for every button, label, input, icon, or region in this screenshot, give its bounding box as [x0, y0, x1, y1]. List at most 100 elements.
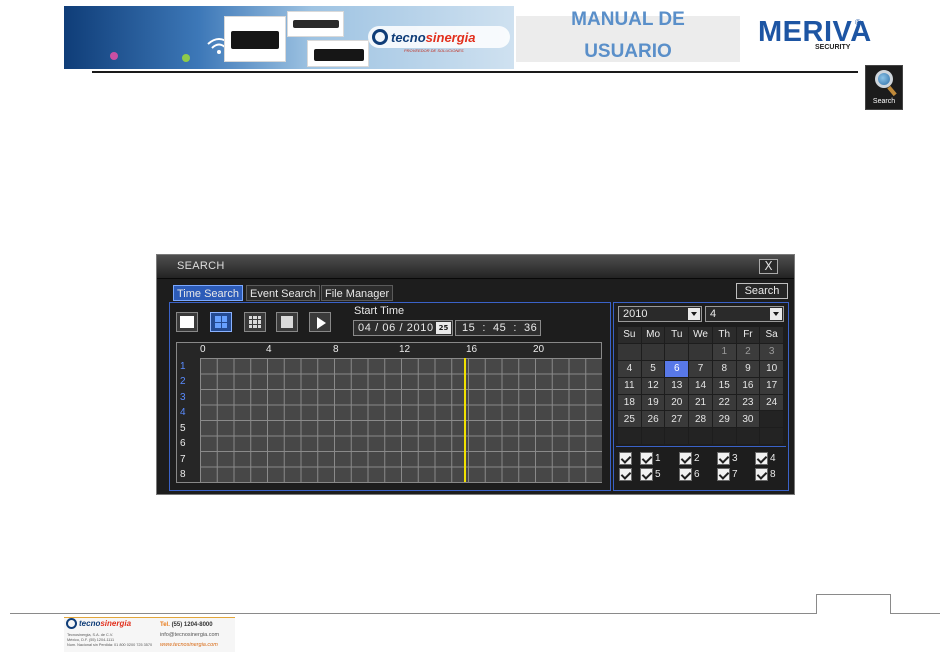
calendar-day[interactable]: 12: [641, 377, 665, 394]
brand-registered-mark: ®: [855, 18, 861, 27]
footer-website[interactable]: www.tecnosinergia.com: [160, 642, 218, 648]
calendar-day[interactable]: 22: [712, 394, 736, 411]
search-icon-label: Search: [872, 98, 896, 105]
calendar-day[interactable]: 7: [689, 360, 712, 377]
calendar-day[interactable]: 4: [618, 360, 641, 377]
footer-email[interactable]: info@tecnosinergia.com: [160, 632, 219, 638]
time-cursor: [463, 358, 466, 482]
single-view-button[interactable]: [176, 312, 198, 332]
channel-label: 5: [180, 423, 186, 434]
sixteen-grid-icon: [281, 316, 293, 328]
dialog-titlebar: SEARCH X: [157, 255, 794, 279]
calendar-day[interactable]: 1: [712, 343, 736, 360]
weekday-header: Mo: [641, 327, 665, 343]
play-button[interactable]: [309, 312, 331, 332]
magnifier-handle: [887, 85, 897, 97]
chevron-down-icon[interactable]: [770, 308, 782, 320]
calendar-day[interactable]: 14: [689, 377, 712, 394]
calendar-day[interactable]: 23: [736, 394, 760, 411]
channel-checkbox[interactable]: [640, 468, 653, 481]
dvr-photo-card: [307, 40, 369, 67]
calendar-day[interactable]: 8: [712, 360, 736, 377]
calendar-day[interactable]: 29: [712, 411, 736, 428]
calendar-day[interactable]: 16: [736, 377, 760, 394]
close-button[interactable]: X: [759, 259, 778, 274]
calendar-day[interactable]: 15: [712, 377, 736, 394]
channel-checkbox[interactable]: [755, 452, 768, 465]
footer-phone: Tel. (55) 1204-8000: [160, 622, 213, 628]
channel-checkbox-label: 3: [732, 453, 738, 464]
tab-event-search[interactable]: Event Search: [246, 285, 321, 301]
search-button[interactable]: Search: [736, 283, 788, 299]
calendar-day: [760, 411, 783, 428]
single-screen-icon: [180, 316, 194, 328]
month-value: 4: [710, 308, 717, 320]
calendar-day[interactable]: 9: [736, 360, 760, 377]
calendar-day[interactable]: 17: [760, 377, 783, 394]
channel-label: 7: [180, 454, 186, 465]
month-select[interactable]: 4: [705, 306, 784, 322]
calendar-day[interactable]: 20: [665, 394, 689, 411]
checkbox-all-row1[interactable]: [619, 452, 632, 465]
tab-time-search[interactable]: Time Search: [173, 285, 243, 301]
year-select[interactable]: 2010: [618, 306, 702, 322]
channel-checkbox-label: 2: [694, 453, 700, 464]
calendar-day[interactable]: 2: [736, 343, 760, 360]
sixteen-view-button[interactable]: [276, 312, 298, 332]
calendar-icon[interactable]: 25: [436, 322, 451, 334]
channel-checkbox[interactable]: [679, 452, 692, 465]
checkbox-all-row2[interactable]: [619, 468, 632, 481]
calendar-day[interactable]: 27: [665, 411, 689, 428]
chevron-down-icon[interactable]: [688, 308, 700, 320]
calendar-day: [712, 428, 736, 445]
search-icon: Search: [865, 65, 903, 110]
dialog-title: SEARCH: [177, 260, 225, 272]
start-time-label: Start Time: [354, 305, 405, 317]
channel-checkbox[interactable]: [679, 468, 692, 481]
channel-label: 1: [180, 361, 186, 372]
calendar-day[interactable]: 19: [641, 394, 665, 411]
channel-label: 6: [180, 438, 186, 449]
calendar-divider: [616, 446, 786, 447]
calendar-day[interactable]: 3: [760, 343, 783, 360]
hour-label: 16: [466, 344, 478, 355]
calendar-day[interactable]: 11: [618, 377, 641, 394]
channel-label: 2: [180, 376, 186, 387]
weekday-header: Fr: [736, 327, 760, 343]
calendar-day-selected[interactable]: 6: [665, 360, 689, 377]
tab-file-manager[interactable]: File Manager: [321, 285, 394, 301]
dvr-photo-card: [287, 11, 344, 37]
calendar-day[interactable]: 24: [760, 394, 783, 411]
footer-logo-part2: sinergia: [100, 619, 132, 628]
calendar-day[interactable]: 18: [618, 394, 641, 411]
channel-checkbox[interactable]: [640, 452, 653, 465]
tecnosinergia-logo: tecnosinergia: [368, 26, 510, 48]
calendar-day: [641, 343, 665, 360]
calendar-day[interactable]: 30: [736, 411, 760, 428]
quad-view-button[interactable]: [210, 312, 232, 332]
footer-divider: [890, 613, 940, 614]
calendar-day[interactable]: 28: [689, 411, 712, 428]
timeline-grid[interactable]: 0 4 8 12 16 20 1 2 3 4 5 6 7 8: [176, 342, 602, 483]
play-icon: [317, 317, 326, 329]
channel-checkbox[interactable]: [755, 468, 768, 481]
channel-checkbox-label: 8: [770, 469, 776, 480]
channel-checkbox[interactable]: [717, 468, 730, 481]
calendar-day[interactable]: 25: [618, 411, 641, 428]
calendar-day[interactable]: 26: [641, 411, 665, 428]
hour-label: 12: [399, 344, 411, 355]
weekday-header: We: [689, 327, 712, 343]
weekday-header: Tu: [665, 327, 689, 343]
channel-checkbox[interactable]: [717, 452, 730, 465]
manual-title-line1: MANUAL DE: [571, 9, 685, 30]
timeline-cells[interactable]: [200, 358, 602, 482]
logo-ring-icon: [372, 29, 388, 45]
nine-view-button[interactable]: [244, 312, 266, 332]
footer-toll-free: Num. Nacional sin Perdida: 01 800 0200 7…: [67, 643, 153, 647]
calendar-day[interactable]: 5: [641, 360, 665, 377]
calendar-day[interactable]: 10: [760, 360, 783, 377]
calendar-day[interactable]: 21: [689, 394, 712, 411]
calendar-day[interactable]: 13: [665, 377, 689, 394]
time-field[interactable]: 15 : 45 : 36: [455, 320, 541, 336]
channel-checkbox-row: 1 2 3 4: [619, 452, 785, 466]
